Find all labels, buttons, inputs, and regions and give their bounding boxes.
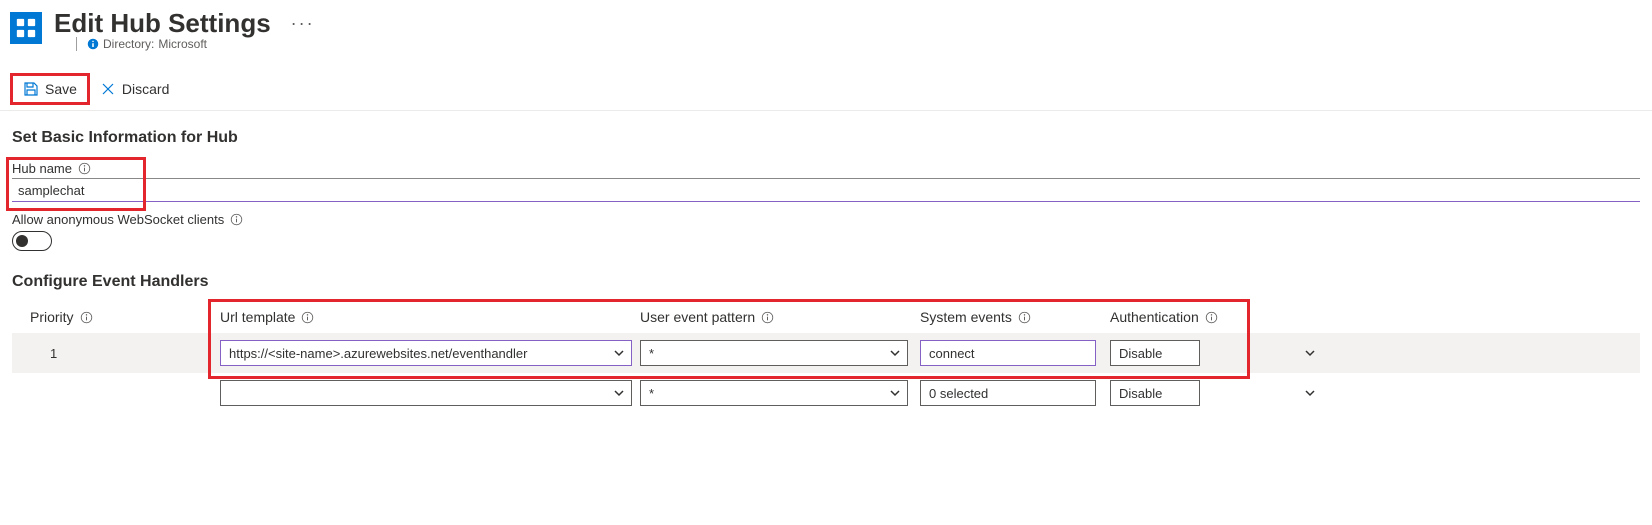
discard-label: Discard [122,81,169,97]
info-icon [87,38,99,50]
handlers-section-title: Configure Event Handlers [12,273,1640,291]
user-event-pattern-input[interactable] [640,340,908,366]
info-icon[interactable] [761,311,774,324]
save-button[interactable]: Save [10,73,90,105]
url-template-input[interactable] [220,340,632,366]
info-icon[interactable] [1018,311,1031,324]
save-label: Save [45,81,77,97]
hub-icon [10,12,42,44]
authentication-select[interactable] [1110,380,1200,406]
table-row: 1 [12,333,1640,373]
system-events-select[interactable] [920,340,1096,366]
more-icon[interactable]: ··· [291,13,315,34]
basic-section-title: Set Basic Information for Hub [12,129,1640,147]
user-event-pattern-input[interactable] [640,380,908,406]
hub-name-input[interactable] [12,178,1640,202]
directory-value: Microsoft [158,37,207,51]
info-icon[interactable] [1205,311,1218,324]
chevron-down-icon[interactable] [881,347,907,359]
col-url-template: Url template [220,309,640,325]
info-icon[interactable] [80,311,93,324]
allow-anon-toggle[interactable] [12,231,52,251]
priority-cell: 1 [30,346,220,361]
directory-breadcrumb: Directory: Microsoft [54,37,315,51]
chevron-down-icon[interactable] [881,387,907,399]
col-priority: Priority [30,309,220,325]
url-template-input[interactable] [220,380,632,406]
directory-label: Directory: [103,37,154,51]
chevron-down-icon[interactable] [605,387,631,399]
chevron-down-icon[interactable] [1303,347,1316,359]
col-authentication: Authentication [1110,309,1250,325]
hub-name-label: Hub name [12,161,1640,176]
table-row [12,373,1640,413]
allow-anon-label: Allow anonymous WebSocket clients [12,212,1640,227]
authentication-select[interactable] [1110,340,1200,366]
page-title: Edit Hub Settings [54,8,271,39]
info-icon[interactable] [78,162,91,175]
command-toolbar: Save Discard [0,67,1652,111]
info-icon[interactable] [230,213,243,226]
col-user-event-pattern: User event pattern [640,309,920,325]
discard-button[interactable]: Discard [90,73,179,105]
chevron-down-icon[interactable] [1303,387,1316,399]
chevron-down-icon[interactable] [605,347,631,359]
system-events-select[interactable] [920,380,1096,406]
info-icon[interactable] [301,311,314,324]
col-system-events: System events [920,309,1110,325]
page-header: Edit Hub Settings ··· Directory: Microso… [0,0,1652,51]
handlers-table: Priority Url template User event pattern… [12,305,1640,413]
